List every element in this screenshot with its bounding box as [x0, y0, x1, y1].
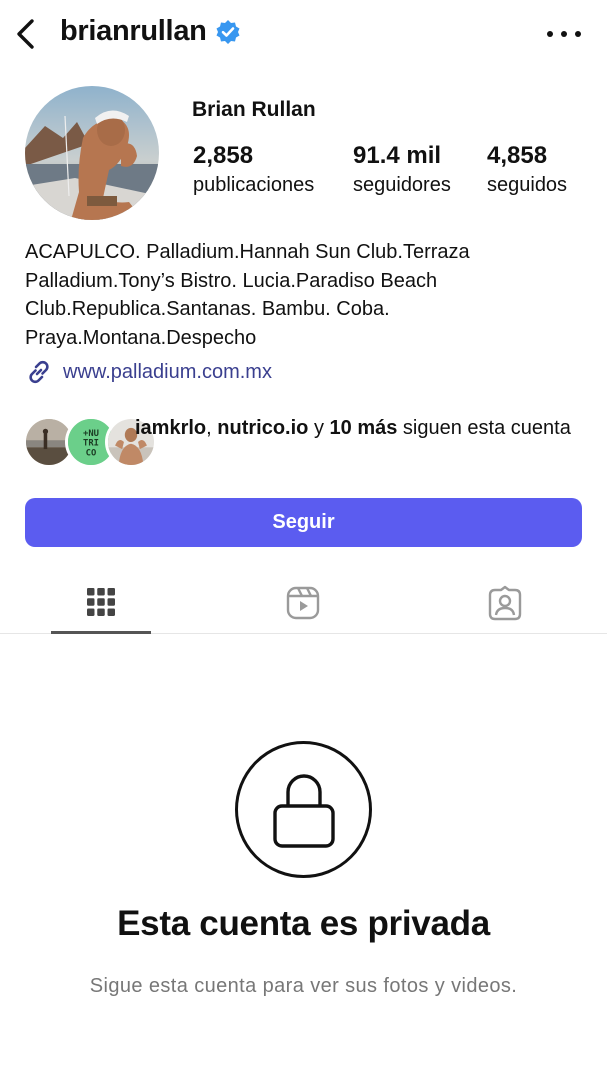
profile-avatar[interactable]: [25, 86, 159, 220]
profile-tabs: [0, 572, 607, 634]
stat-followers[interactable]: 91.4 mil seguidores: [353, 141, 451, 199]
mutual-followers-more[interactable]: 10 más: [330, 417, 398, 439]
mutual-follower-1[interactable]: iamkrlo: [135, 417, 206, 439]
svg-text:CO: CO: [86, 448, 97, 458]
private-account-subtitle: Sigue esta cuenta para ver sus fotos y v…: [89, 975, 518, 997]
profile-link[interactable]: www.palladium.com.mx: [25, 358, 272, 386]
chevron-left-icon: [17, 19, 34, 49]
tab-tagged[interactable]: [455, 572, 555, 634]
verified-badge-icon: [215, 19, 241, 45]
tab-reels[interactable]: [253, 572, 353, 634]
profile-display-name: Brian Rullan: [192, 98, 316, 121]
stat-followers-label: seguidores: [353, 174, 451, 196]
lock-icon: [272, 773, 335, 848]
link-icon: [29, 360, 49, 384]
stat-following[interactable]: 4,858 seguidos: [487, 141, 567, 199]
stat-following-value: 4,858: [487, 142, 548, 169]
svg-text:TRI: TRI: [83, 439, 99, 449]
avatar-photo: [25, 86, 159, 220]
reels-icon: [286, 586, 320, 620]
profile-username: brianrullan: [60, 15, 207, 47]
stat-posts[interactable]: 2,858 publicaciones: [193, 141, 314, 199]
profile-bio: ACAPULCO. Palladium.Hannah Sun Club.Terr…: [25, 241, 470, 349]
svg-text:+NU: +NU: [83, 429, 99, 439]
mutual-follower-2[interactable]: nutrico.io: [217, 417, 308, 439]
follow-button[interactable]: Seguir: [25, 498, 582, 547]
profile-link-text: www.palladium.com.mx: [63, 360, 272, 383]
mutual-followers[interactable]: +NU TRI CO iamkrlo, nutrico.io y 10 más …: [23, 414, 585, 470]
stat-following-label: seguidos: [487, 174, 568, 196]
stat-posts-value: 2,858: [193, 142, 254, 169]
top-bar: brianrullan: [0, 0, 607, 70]
back-button[interactable]: [10, 14, 40, 54]
private-lock-circle: [235, 741, 372, 878]
stat-followers-value: 91.4 mil: [353, 142, 442, 169]
username-row: brianrullan: [60, 15, 241, 48]
more-options-button[interactable]: [547, 22, 581, 46]
tab-grid[interactable]: [51, 572, 151, 634]
tagged-user-icon: [488, 585, 522, 621]
stat-posts-label: publicaciones: [193, 174, 315, 196]
private-account-title: Esta cuenta es privada: [117, 904, 490, 943]
mutual-followers-text: iamkrlo, nutrico.io y 10 más siguen esta…: [135, 417, 571, 439]
grid-icon: [87, 587, 115, 616]
more-horizontal-icon: [547, 31, 553, 37]
